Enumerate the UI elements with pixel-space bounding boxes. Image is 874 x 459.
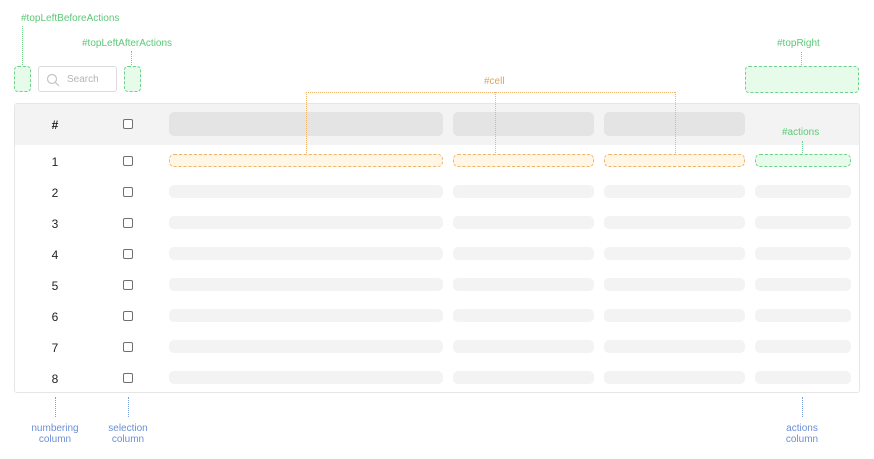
row-actions[interactable] bbox=[755, 185, 851, 198]
actions-column-label: actions column bbox=[785, 423, 819, 445]
row-checkbox[interactable] bbox=[123, 187, 133, 197]
table-cell bbox=[604, 247, 745, 260]
row-number: 4 bbox=[51, 248, 59, 262]
top-left-after-label: #topLeftAfterActions bbox=[82, 38, 173, 49]
row-number: 2 bbox=[51, 186, 59, 200]
table-cell bbox=[604, 154, 745, 167]
table-cell bbox=[169, 309, 443, 322]
cell-connector-3 bbox=[675, 92, 676, 153]
table-cell bbox=[453, 216, 594, 229]
top-left-before-slot bbox=[14, 66, 31, 92]
table-cell bbox=[169, 216, 443, 229]
table-cell bbox=[604, 340, 745, 353]
table-cell bbox=[453, 340, 594, 353]
table-cell bbox=[453, 154, 594, 167]
top-right-slot bbox=[745, 66, 859, 93]
table-cell bbox=[604, 185, 745, 198]
cell-label: #cell bbox=[484, 76, 505, 87]
table-cell bbox=[453, 247, 594, 260]
table-cell bbox=[453, 278, 594, 291]
row-checkbox[interactable] bbox=[123, 342, 133, 352]
select-all-checkbox[interactable] bbox=[123, 119, 133, 129]
search-input[interactable]: Search bbox=[38, 66, 117, 92]
row-checkbox[interactable] bbox=[123, 280, 133, 290]
numbering-column-label: numbering column bbox=[31, 423, 79, 445]
row-actions[interactable] bbox=[755, 278, 851, 291]
table-cell bbox=[169, 247, 443, 260]
row-actions[interactable] bbox=[755, 216, 851, 229]
row-checkbox[interactable] bbox=[123, 311, 133, 321]
table-cell bbox=[453, 371, 594, 384]
actions-column-connector bbox=[802, 397, 803, 417]
table-cell bbox=[604, 216, 745, 229]
header-cell-2 bbox=[453, 112, 594, 136]
cell-connector-1 bbox=[306, 92, 307, 153]
table-cell bbox=[453, 309, 594, 322]
row-number: 5 bbox=[51, 279, 59, 293]
selection-connector bbox=[128, 397, 129, 417]
top-left-after-connector bbox=[131, 51, 132, 65]
top-left-before-label: #topLeftBeforeActions bbox=[21, 13, 120, 24]
selection-column-label: selection column bbox=[108, 423, 148, 445]
row-actions[interactable] bbox=[755, 154, 851, 167]
row-number: 3 bbox=[51, 217, 59, 231]
cell-connector-2 bbox=[495, 92, 496, 153]
row-number: 1 bbox=[51, 155, 59, 169]
top-right-label: #topRight bbox=[777, 38, 820, 49]
search-placeholder: Search bbox=[67, 74, 99, 85]
top-left-after-slot bbox=[124, 66, 141, 92]
top-left-before-connector bbox=[22, 26, 23, 65]
row-checkbox[interactable] bbox=[123, 373, 133, 383]
table-cell bbox=[604, 371, 745, 384]
row-checkbox[interactable] bbox=[123, 249, 133, 259]
row-number: 6 bbox=[51, 310, 59, 324]
table-cell bbox=[604, 278, 745, 291]
table-cell bbox=[169, 154, 443, 167]
row-checkbox[interactable] bbox=[123, 156, 133, 166]
numbering-connector bbox=[55, 397, 56, 417]
row-actions[interactable] bbox=[755, 309, 851, 322]
row-number: 8 bbox=[51, 372, 59, 386]
table-cell bbox=[169, 371, 443, 384]
cell-bracket bbox=[306, 92, 675, 93]
row-checkbox[interactable] bbox=[123, 218, 133, 228]
table-cell bbox=[604, 309, 745, 322]
table-cell bbox=[453, 185, 594, 198]
actions-connector bbox=[802, 141, 803, 153]
top-right-connector bbox=[801, 52, 802, 65]
actions-label: #actions bbox=[782, 127, 820, 138]
table-cell bbox=[169, 185, 443, 198]
row-actions[interactable] bbox=[755, 247, 851, 260]
row-number: 7 bbox=[51, 341, 59, 355]
table-cell bbox=[169, 278, 443, 291]
header-number: # bbox=[51, 118, 59, 132]
row-actions[interactable] bbox=[755, 340, 851, 353]
search-icon bbox=[46, 73, 60, 87]
row-actions[interactable] bbox=[755, 371, 851, 384]
table-cell bbox=[169, 340, 443, 353]
